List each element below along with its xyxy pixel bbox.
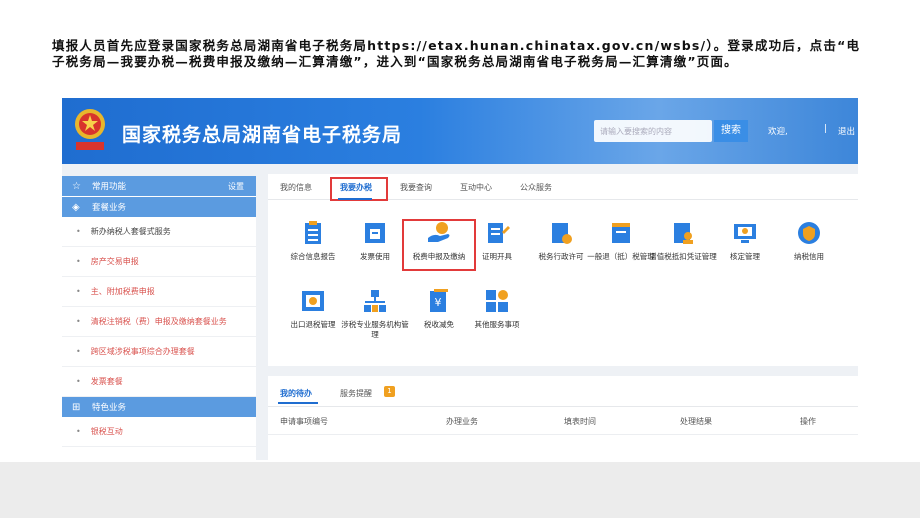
column-header: 处理结果 — [680, 417, 712, 426]
service-label: 其他服务事项 — [474, 320, 520, 329]
sidebar-item-label: 新办纳税人套餐式服务 — [90, 227, 171, 236]
national-emblem-icon — [75, 109, 105, 150]
services-panel: 我的信息 我要办税 我要查询 互动中心 公众服务 综合信息报告 发票使用 税费申… — [268, 174, 858, 366]
bottom-band — [0, 462, 920, 518]
license-badge-icon — [552, 223, 572, 244]
sidebar-item[interactable]: • 新办纳税人套餐式服务 — [62, 217, 256, 247]
tax-bureau-screenshot: 国家税务总局湖南省电子税务局 请输入要搜索的内容 搜索 欢迎, | 退出 ☆ 常… — [62, 98, 858, 460]
reminder-count-badge: 1 — [384, 386, 395, 397]
export-box-icon — [302, 291, 324, 311]
service-certificate[interactable]: 证明开具 — [460, 220, 534, 262]
edit-document-icon — [488, 223, 510, 243]
column-header: 办理业务 — [446, 417, 478, 426]
sidebar-item[interactable]: • 跨区域涉税事项综合办理套餐 — [62, 337, 256, 367]
welcome-text: 欢迎, — [768, 127, 788, 137]
site-header: 国家税务总局湖南省电子税务局 请输入要搜索的内容 搜索 欢迎, | 退出 — [62, 98, 858, 164]
column-header: 申请事项编号 — [280, 417, 328, 426]
sidebar-settings-link[interactable]: 设置 — [228, 181, 244, 192]
sidebar-package-label: 套餐业务 — [92, 203, 127, 213]
sidebar-common-functions[interactable]: ☆ 常用功能 设置 — [62, 176, 256, 196]
pending-tab-indicator — [278, 402, 318, 404]
sidebar-item[interactable]: • 清税注销税（费）申报及缴纳套餐业务 — [62, 307, 256, 337]
sidebar-item-label: 主、附加税费申报 — [90, 287, 155, 296]
bullet-icon: • — [76, 287, 81, 296]
bullet-icon: • — [76, 317, 81, 326]
tab-service-reminder[interactable]: 服务提醒 — [340, 388, 372, 399]
shield-icon — [798, 222, 820, 244]
bullet-icon: • — [76, 257, 81, 266]
search-input[interactable]: 请输入要搜索的内容 — [594, 120, 712, 142]
search-button[interactable]: 搜索 — [714, 120, 748, 142]
service-label: 发票使用 — [360, 252, 390, 261]
service-label: 核定管理 — [730, 252, 760, 261]
bullet-icon: • — [76, 377, 81, 386]
sidebar-item-label: 清税注销税（费）申报及缴纳套餐业务 — [90, 317, 227, 326]
star-icon: ☆ — [72, 180, 81, 192]
service-invoice-use[interactable]: 发票使用 — [338, 220, 412, 262]
column-header: 填表时间 — [564, 417, 596, 426]
logout-link[interactable]: 退出 — [838, 125, 855, 137]
yuan-document-icon: ¥ — [430, 289, 448, 312]
site-title: 国家税务总局湖南省电子税务局 — [122, 124, 403, 146]
tab-query[interactable]: 我要查询 — [400, 182, 432, 193]
instruction-text: 填报人员首先应登录国家税务总局湖南省电子税务局https://etax.huna… — [52, 38, 861, 69]
sidebar-common-label: 常用功能 — [92, 182, 127, 192]
tasks-panel: 我的待办 服务提醒 1 申请事项编号 办理业务 填表时间 处理结果 操作 — [268, 376, 858, 460]
sidebar-special-section[interactable]: ⊞ 特色业务 — [62, 397, 256, 417]
service-label: 证明开具 — [482, 252, 512, 261]
service-label: 纳税信用 — [794, 252, 824, 261]
header-separator: | — [824, 124, 828, 134]
monitor-icon — [734, 224, 756, 243]
column-header: 操作 — [800, 417, 816, 426]
sidebar-item-label: 发票套餐 — [90, 377, 123, 386]
tasks-divider — [268, 406, 858, 407]
clipboard-icon — [305, 221, 321, 244]
service-assessment[interactable]: 核定管理 — [708, 220, 782, 262]
bullet-icon: • — [76, 347, 81, 356]
bullet-icon: • — [76, 227, 81, 236]
service-agency-management[interactable]: 涉税专业服务机构管理 — [338, 288, 412, 340]
sidebar-item[interactable]: • 房产交易申报 — [62, 247, 256, 277]
service-tax-credit[interactable]: 纳税信用 — [772, 220, 846, 262]
main-tabs: 我的信息 我要办税 我要查询 互动中心 公众服务 — [268, 174, 858, 201]
bullet-icon: • — [76, 427, 81, 436]
svg-text:¥: ¥ — [435, 296, 442, 309]
tab-my-pending[interactable]: 我的待办 — [280, 388, 312, 399]
invoice-printer-icon — [365, 223, 385, 243]
refund-icon — [612, 223, 630, 243]
org-chart-icon — [364, 290, 386, 312]
tab-active-indicator — [338, 198, 372, 200]
sidebar-item-label: 跨区域涉税事项综合办理套餐 — [90, 347, 195, 356]
slide: 填报人员首先应登录国家税务总局湖南省电子税务局https://etax.huna… — [0, 0, 920, 518]
sidebar-package-section[interactable]: ◈ 套餐业务 — [62, 197, 256, 217]
tab-public-service[interactable]: 公众服务 — [520, 182, 552, 193]
voucher-user-icon — [674, 223, 693, 244]
sidebar: ☆ 常用功能 设置 ◈ 套餐业务 • 新办纳税人套餐式服务 • 房产交易申报 • 主、… — [62, 176, 256, 460]
sidebar-item[interactable]: • 银税互动 — [62, 417, 256, 447]
sidebar-item-label: 银税互动 — [90, 427, 123, 436]
layers-icon: ◈ — [72, 201, 80, 213]
tab-interaction[interactable]: 互动中心 — [460, 182, 492, 193]
sidebar-item-label: 房产交易申报 — [90, 257, 139, 266]
sidebar-special-label: 特色业务 — [92, 403, 127, 413]
table-header-divider — [268, 434, 858, 435]
service-other[interactable]: 其他服务事项 — [460, 288, 534, 330]
grid-icon: ⊞ — [72, 401, 81, 413]
grid-tiles-icon — [486, 290, 508, 312]
sidebar-item[interactable]: • 发票套餐 — [62, 367, 256, 397]
tab-my-info[interactable]: 我的信息 — [280, 182, 312, 193]
sidebar-item[interactable]: • 主、附加税费申报 — [62, 277, 256, 307]
service-label: 涉税专业服务机构管理 — [341, 320, 409, 339]
